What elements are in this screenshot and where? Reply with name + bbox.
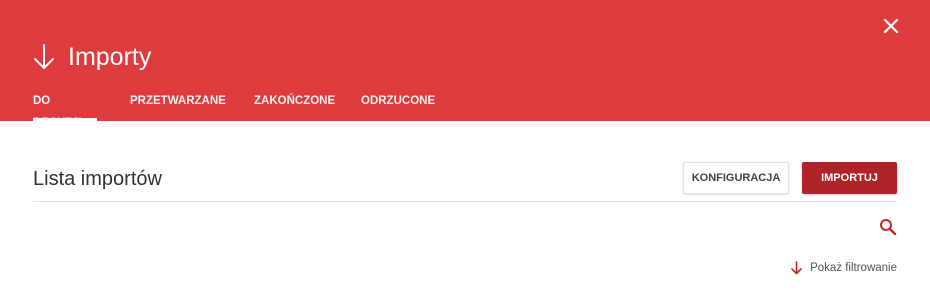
tab-label: ODRZUCONE [361,95,436,107]
import-button[interactable]: IMPORTUJ [802,162,897,194]
tab-odrzucone[interactable]: ODRZUCONE [361,90,435,121]
arrow-down-icon [791,261,802,275]
page-title-row: Importy [33,42,151,72]
tab-label: ZAKOŃCZONE [254,95,336,107]
search-button[interactable] [879,218,897,236]
show-filters-toggle[interactable]: Pokaż filtrowanie [791,261,897,275]
show-filters-label: Pokaż filtrowanie [810,262,897,274]
arrow-down-icon [34,44,54,69]
tab-bar: DO DECYZJI PRZETWARZANE ZAKOŃCZONE ODRZU… [0,90,930,129]
active-tab-indicator [33,118,97,121]
tab-do-decyzji[interactable]: DO DECYZJI [33,90,97,129]
page-title: Importy [68,43,152,71]
tab-label: PRZETWARZANE [130,95,226,107]
tab-przetwarzane[interactable]: PRZETWARZANE [130,90,226,121]
section-title: Lista importów [33,168,162,190]
tab-zakonczone[interactable]: ZAKOŃCZONE [254,90,335,121]
section-divider [33,201,897,202]
configuration-button[interactable]: KONFIGURACJA [683,162,789,194]
page-header: Importy DO DECYZJI PRZETWARZANE ZAKOŃCZO… [0,0,930,129]
close-button[interactable] [879,14,903,38]
tab-label: DO DECYZJI [33,95,82,129]
close-icon[interactable] [879,14,903,38]
search-icon[interactable] [879,218,897,236]
